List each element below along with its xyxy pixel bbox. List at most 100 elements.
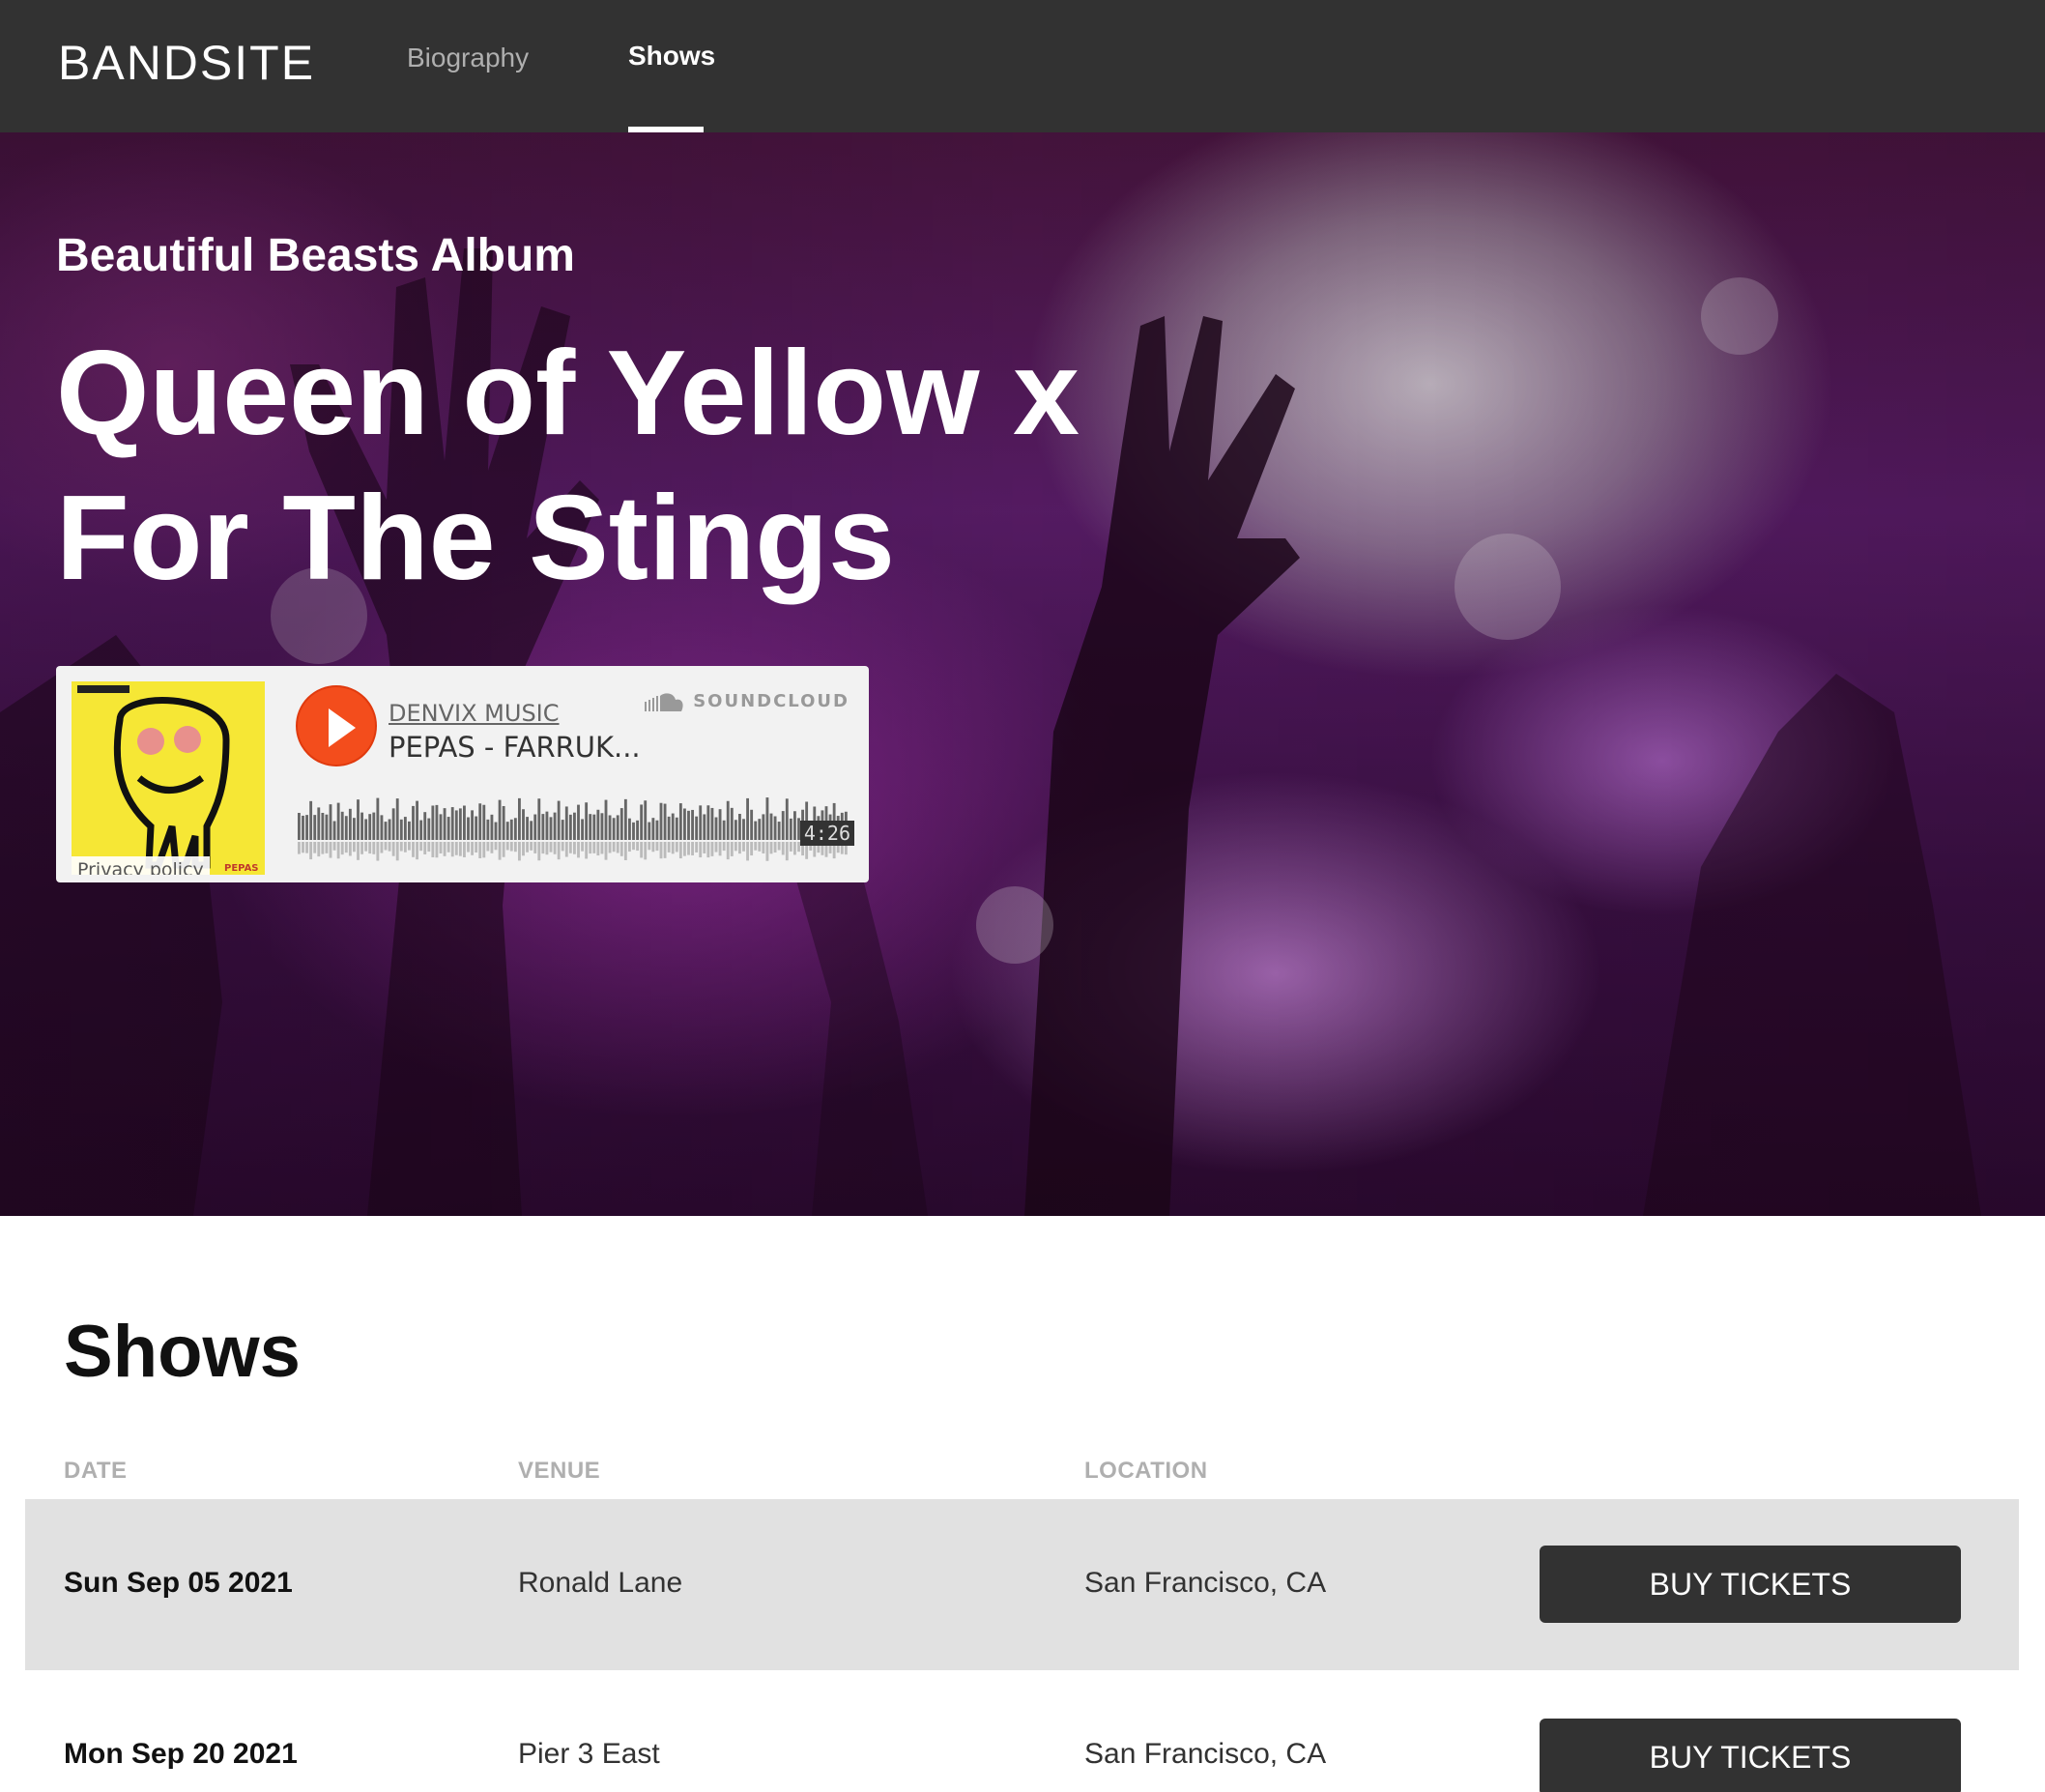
waveform-reflection-bar [659, 842, 663, 859]
waveform-bar [450, 807, 454, 840]
waveform-reflection-bar [703, 842, 706, 853]
waveform-reflection-bar [718, 842, 722, 856]
waveform-reflection-bar [675, 842, 678, 853]
waveform-bar [471, 810, 474, 840]
waveform-bar [309, 800, 313, 840]
waveform-bar [478, 803, 482, 840]
show-row[interactable]: Mon Sep 20 2021 Pier 3 East San Francisc… [25, 1670, 2019, 1792]
waveform-bar [769, 813, 773, 840]
waveform-reflection-bar [395, 842, 399, 861]
waveform-reflection-bar [408, 842, 411, 851]
waveform-reflection-bar [329, 842, 332, 858]
waveform-bar [467, 817, 470, 840]
waveform-bar [553, 812, 557, 840]
show-location: San Francisco, CA [1084, 1567, 1327, 1599]
waveform-bar [431, 805, 435, 840]
waveform-bar [446, 817, 450, 840]
waveform-reflection-bar [537, 842, 541, 861]
waveform-bar [408, 821, 411, 840]
waveform-reflection-bar [706, 842, 710, 858]
waveform-reflection-bar [348, 842, 352, 856]
waveform-reflection-bar [450, 842, 454, 857]
waveform-bar [376, 797, 380, 840]
hero-subtitle: Beautiful Beasts Album [56, 230, 575, 281]
waveform-bar [722, 820, 726, 840]
show-row[interactable]: Sun Sep 05 2021 Ronald Lane San Francisc… [25, 1499, 2019, 1670]
waveform-reflection-bar [553, 842, 557, 854]
waveform-reflection-bar [545, 842, 549, 855]
waveform-reflection-bar [509, 842, 513, 852]
waveform-bar [695, 816, 699, 840]
nav-link-shows[interactable]: Shows [628, 41, 715, 72]
waveform-reflection-bar [530, 842, 533, 851]
waveform-bar [368, 814, 372, 840]
waveform-reflection-bar [750, 842, 754, 856]
waveform-bar [789, 818, 792, 840]
waveform-reflection-bar [475, 842, 478, 853]
waveform-reflection-bar [608, 842, 612, 853]
waveform-reflection-bar [773, 842, 777, 853]
waveform-bar [750, 809, 754, 840]
waveform-bar [427, 818, 431, 840]
play-button[interactable] [296, 685, 377, 766]
waveform-bar [675, 817, 678, 840]
waveform-bar [321, 812, 325, 840]
nav-link-biography[interactable]: Biography [407, 43, 529, 73]
track-title[interactable]: PEPAS - FARRUK... [389, 731, 641, 764]
buy-tickets-button[interactable]: BUY TICKETS [1540, 1546, 1961, 1623]
waveform-bar [581, 819, 584, 840]
waveform-bar [628, 818, 631, 840]
privacy-policy-link[interactable]: Privacy policy [72, 856, 210, 875]
site-logo[interactable]: BANDSITE [58, 35, 315, 91]
show-date: Mon Sep 20 2021 [64, 1738, 298, 1770]
waveform-bar [734, 820, 737, 840]
waveform-bar [384, 822, 388, 840]
waveform-bar [773, 816, 777, 840]
waveform-bar [699, 805, 703, 840]
waveform-bar [742, 819, 745, 840]
waveform-bar [589, 814, 592, 840]
waveform-bar [530, 821, 533, 840]
waveform-reflection-bar [416, 842, 418, 860]
waveform-reflection-bar [423, 842, 427, 854]
waveform-bar [388, 819, 391, 840]
waveform-bar [533, 814, 537, 840]
show-venue: Pier 3 East [518, 1738, 660, 1770]
waveform-reflection-bar [336, 842, 340, 859]
waveform[interactable] [298, 790, 849, 869]
waveform-bar [765, 797, 769, 840]
waveform-reflection-bar [325, 842, 329, 853]
buy-tickets-button[interactable]: BUY TICKETS [1540, 1719, 1961, 1792]
waveform-reflection-bar [490, 842, 494, 853]
waveform-reflection-bar [364, 842, 368, 852]
waveform-reflection-bar [781, 842, 785, 855]
track-artist-link[interactable]: DENVIX MUSIC [389, 700, 560, 727]
waveform-reflection-bar [557, 842, 561, 860]
waveform-bar [403, 817, 407, 840]
waveform-bar [391, 808, 395, 840]
smiley-artwork-icon: PEPAS [72, 681, 265, 875]
waveform-reflection-bar [758, 842, 762, 852]
waveform-reflection-bar [667, 842, 671, 853]
waveform-reflection-bar [298, 842, 301, 854]
waveform-reflection-bar [655, 842, 659, 852]
waveform-reflection-bar [478, 842, 482, 858]
waveform-bar [758, 819, 762, 840]
waveform-reflection-bar [522, 842, 525, 856]
waveform-reflection-bar [651, 842, 655, 853]
waveform-reflection-bar [513, 842, 517, 853]
waveform-reflection-bar [734, 842, 737, 852]
waveform-reflection-bar [636, 842, 639, 852]
album-artwork[interactable]: PEPAS Privacy policy [72, 681, 265, 875]
waveform-bar [730, 807, 734, 840]
soundcloud-brand[interactable]: SOUNDCLOUD [645, 691, 850, 711]
waveform-bar [561, 820, 564, 840]
waveform-reflection-bar [619, 842, 623, 856]
waveform-reflection-bar [353, 842, 356, 853]
waveform-reflection-bar [628, 842, 631, 853]
svg-text:PEPAS: PEPAS [224, 863, 259, 874]
waveform-bar [463, 805, 466, 840]
waveform-bar [746, 797, 749, 840]
waveform-bar [663, 803, 667, 840]
waveform-bar [357, 799, 360, 840]
